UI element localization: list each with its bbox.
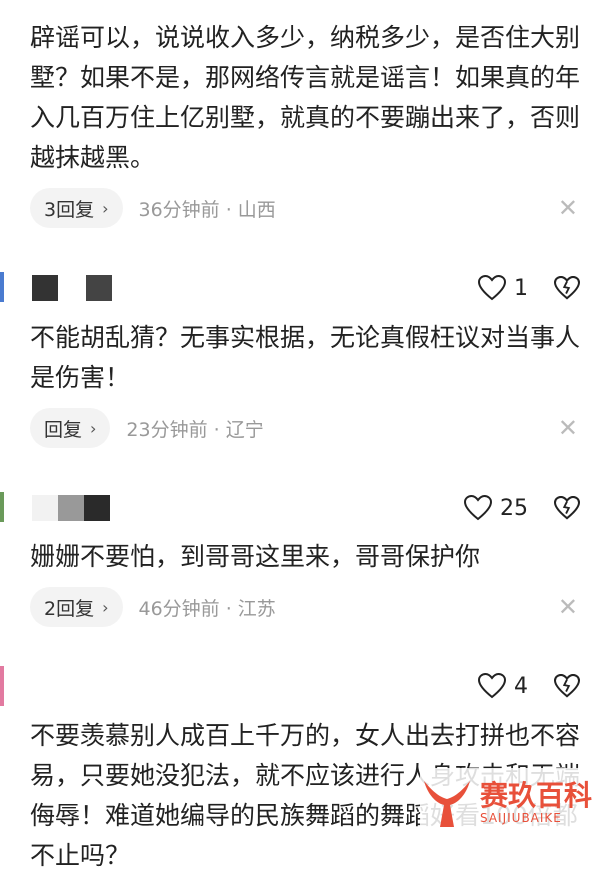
close-icon[interactable]: ✕ [558, 408, 578, 448]
like-button[interactable]: 25 [464, 488, 528, 528]
comment-text: 不能胡乱猜？无事实根据，无论真假枉议对当事人是伤害！ [30, 323, 581, 392]
dislike-button[interactable] [554, 666, 580, 706]
watermark-text: 赛玖百科 SAIJIUBAIKE [480, 779, 593, 826]
chevron-right-icon: › [102, 597, 109, 617]
username-redacted [58, 495, 84, 521]
broken-heart-icon [554, 276, 580, 300]
heart-icon [464, 495, 492, 521]
like-count: 1 [514, 275, 528, 301]
username-redacted [84, 495, 110, 521]
comment-time-location: 46分钟前 · 江苏 [138, 597, 276, 620]
like-count: 4 [514, 673, 528, 699]
like-button[interactable]: 1 [478, 268, 528, 308]
comment-text: 姗姗不要怕，到哥哥这里来，哥哥保护你 [30, 542, 481, 571]
watermark-title: 赛玖百科 [480, 779, 593, 812]
dislike-button[interactable] [554, 488, 580, 528]
reply-count: 3回复 [44, 198, 95, 221]
comment-header: 4 [0, 666, 600, 706]
avatar[interactable] [0, 272, 4, 302]
reply-button[interactable]: 回复 › [30, 408, 111, 448]
comment-meta: 3回复 › 36分钟前 · 山西 [30, 188, 276, 228]
reply-button[interactable]: 3回复 › [30, 188, 123, 228]
watermark-subtitle: SAIJIUBAIKE [480, 811, 562, 825]
username-redacted [86, 275, 112, 301]
chevron-right-icon: › [90, 418, 97, 438]
heart-icon [478, 275, 506, 301]
like-count: 25 [500, 495, 528, 521]
username-redacted [32, 495, 58, 521]
avatar[interactable] [0, 666, 4, 706]
avatar[interactable] [0, 492, 4, 522]
close-icon[interactable]: ✕ [558, 587, 578, 627]
chevron-right-icon: › [102, 198, 109, 218]
watermark-logo: 赛玖百科 SAIJIUBAIKE [420, 768, 600, 838]
reply-button[interactable]: 2回复 › [30, 587, 123, 627]
comment-time-location: 23分钟前 · 辽宁 [126, 418, 264, 441]
comment-meta: 回复 › 23分钟前 · 辽宁 [30, 408, 264, 448]
comment-meta: 2回复 › 46分钟前 · 江苏 [30, 587, 276, 627]
broken-heart-icon [554, 674, 580, 698]
comment-text: 辟谣可以，说说收入多少，纳税多少，是否住大别墅？如果不是，那网络传言就是谣言！如… [30, 23, 581, 172]
broken-heart-icon [554, 496, 580, 520]
like-button[interactable]: 4 [478, 666, 528, 706]
username-redacted [32, 275, 58, 301]
fish-tail-logo-icon [424, 781, 470, 827]
reply-label: 回复 [44, 418, 83, 441]
comment-header: 1 [0, 268, 600, 308]
reply-count: 2回复 [44, 597, 95, 620]
comment-time-location: 36分钟前 · 山西 [138, 198, 276, 221]
heart-icon [478, 673, 506, 699]
close-icon[interactable]: ✕ [558, 188, 578, 228]
dislike-button[interactable] [554, 268, 580, 308]
comment-header: 25 [0, 488, 600, 528]
